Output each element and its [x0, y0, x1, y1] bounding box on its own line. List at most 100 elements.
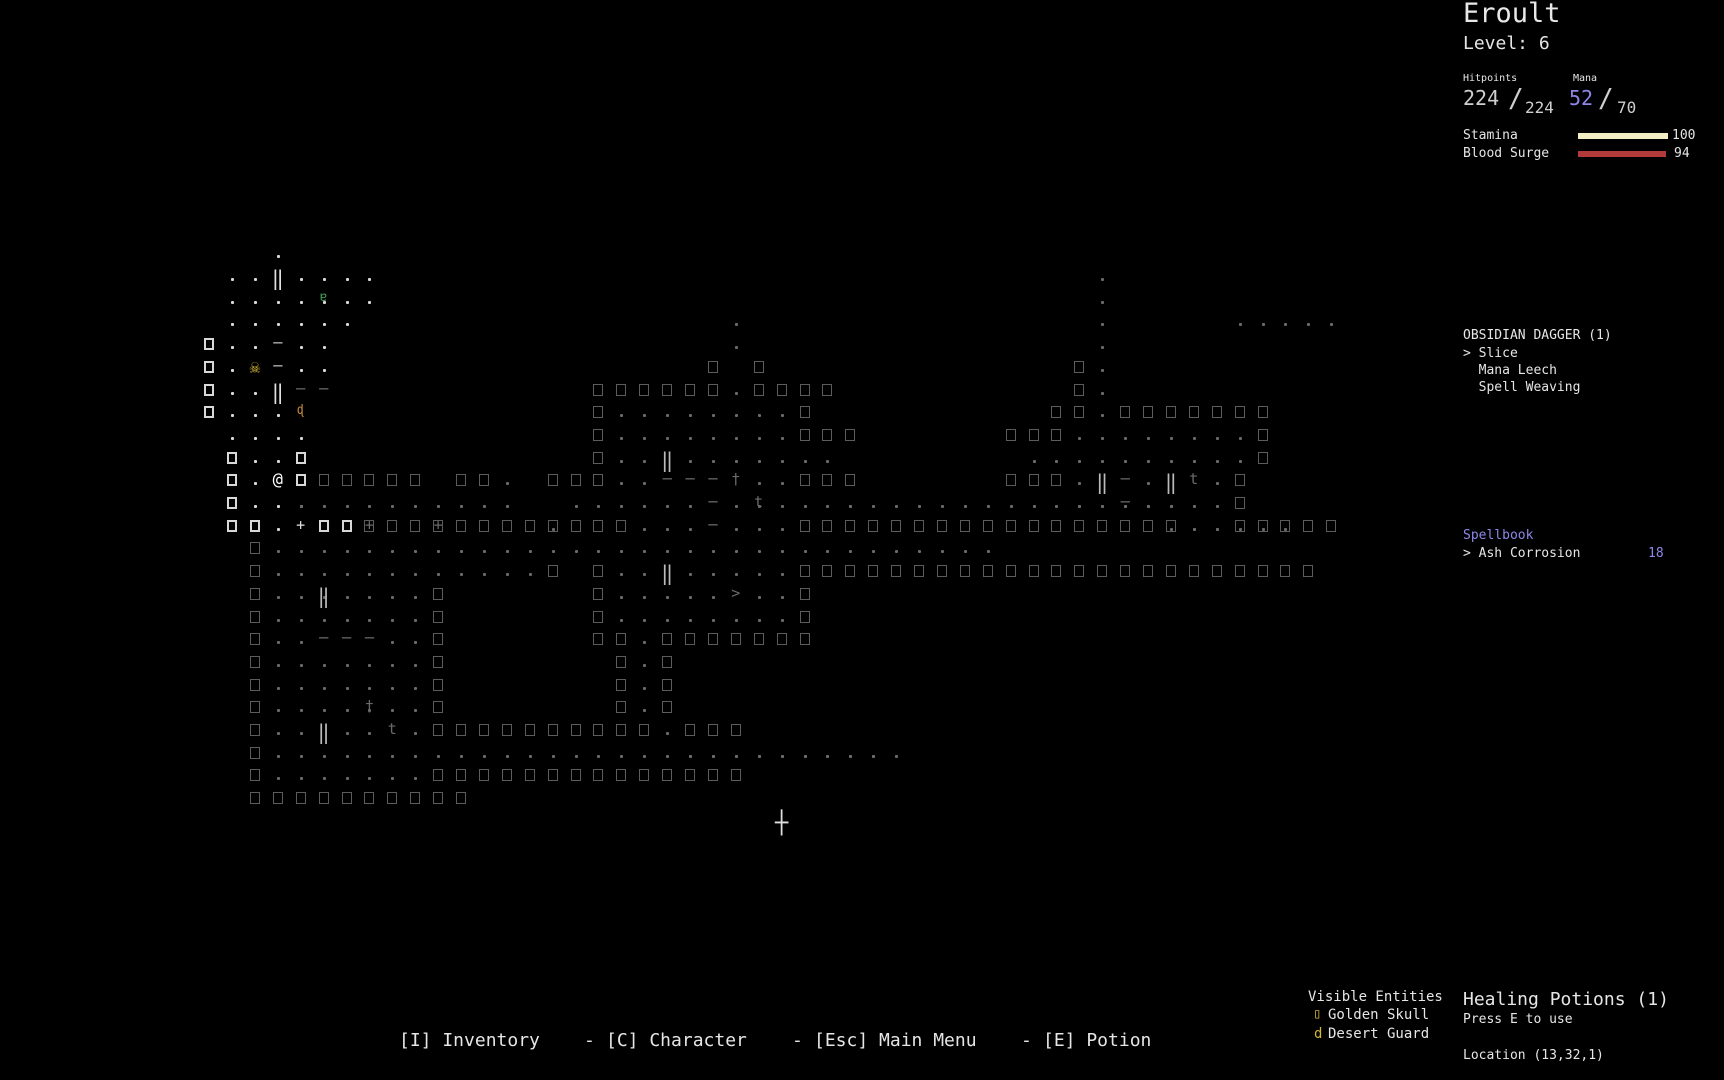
map-wall	[616, 724, 627, 736]
map-wall	[662, 655, 673, 668]
map-floor	[643, 618, 647, 622]
map-floor	[666, 436, 670, 440]
map-wall	[1143, 519, 1153, 532]
map-wall	[249, 769, 260, 782]
map-floor	[1238, 459, 1242, 463]
ability-slice[interactable]: > Slice	[1463, 346, 1518, 361]
map-floor	[276, 573, 280, 577]
footer-character[interactable]: [C] Character	[606, 1030, 747, 1051]
map-floor	[1101, 323, 1105, 327]
map-floor	[757, 754, 761, 758]
map-floor	[666, 527, 670, 531]
door-icon: ─	[319, 379, 329, 398]
footer-main-menu[interactable]: [Esc] Main Menu	[814, 1030, 977, 1051]
map-wall	[753, 633, 764, 646]
map-floor	[345, 278, 349, 281]
footer-potion[interactable]: [E] Potion	[1043, 1030, 1151, 1051]
ability-mana-leech[interactable]: Mana Leech	[1463, 363, 1557, 378]
map-floor	[689, 436, 692, 440]
map-wall	[1051, 565, 1062, 578]
map-wall	[616, 678, 627, 691]
door-icon: ─	[364, 629, 374, 648]
map-wall	[204, 338, 215, 351]
map-floor	[253, 346, 257, 350]
map-floor	[597, 550, 601, 554]
map-floor	[299, 686, 303, 690]
map-wall	[524, 769, 535, 782]
map-wall	[1074, 406, 1085, 419]
map-floor	[918, 505, 921, 508]
map-wall	[776, 633, 787, 646]
footer-inventory[interactable]: [I] Inventory	[399, 1030, 540, 1051]
creature-icon: ɖ	[296, 403, 305, 419]
map-floor	[780, 595, 784, 599]
map-wall	[249, 655, 260, 668]
map-floor	[711, 414, 715, 418]
map-wall	[776, 383, 787, 396]
hitpoints-max: 224	[1525, 98, 1554, 117]
entity-golden-skull: Golden Skull	[1328, 1007, 1430, 1023]
map-floor	[597, 754, 601, 758]
map-floor	[322, 346, 326, 350]
map-floor	[368, 550, 372, 554]
map-floor	[299, 595, 303, 599]
map-floor	[689, 459, 692, 463]
map-floor	[345, 618, 349, 622]
map-wall	[1165, 406, 1176, 419]
map-floor	[231, 278, 234, 281]
map-wall	[1097, 519, 1108, 532]
map-floor	[1330, 323, 1334, 327]
map-floor	[551, 754, 555, 758]
golden-skull-icon: ☠	[249, 356, 261, 378]
map-floor	[368, 278, 372, 281]
spell-ash-corrosion[interactable]: > Ash Corrosion	[1463, 546, 1580, 561]
hitpoints-slash: /	[1508, 84, 1524, 114]
map-wall	[547, 565, 558, 578]
entity-golden-skull-icon: ▯	[1313, 1006, 1322, 1022]
map-wall	[547, 769, 558, 782]
map-wall	[295, 451, 306, 464]
map-floor	[1192, 436, 1196, 440]
map-floor	[299, 505, 303, 508]
dungeon-map[interactable]: ‖ ─ ─ ‖ ─ ─ + ☠ ɐ ɖ @ + + ‖ ─ ─ ─ † ‖ t ‖ ─ ─ ─ † ─ t ─ ‖ > ‖ ─ ‖ t ─ ┼	[0, 0, 1460, 900]
map-wall	[662, 383, 673, 396]
map-wall	[249, 519, 260, 532]
door-icon: ─	[273, 334, 283, 353]
map-floor	[1101, 368, 1105, 372]
map-wall	[570, 474, 581, 487]
door-icon: ─	[273, 356, 283, 375]
map-wall	[410, 519, 421, 532]
map-wall	[799, 610, 810, 623]
cursor-icon: ┼	[774, 810, 789, 836]
map-wall	[868, 519, 879, 532]
map-wall	[433, 655, 444, 668]
map-wall	[685, 769, 695, 782]
hitpoints-current: 224	[1463, 86, 1500, 110]
map-floor	[276, 550, 280, 554]
map-floor	[689, 754, 692, 758]
map-floor	[505, 573, 509, 577]
map-floor	[460, 573, 463, 577]
map-wall	[524, 519, 535, 532]
map-wall	[1165, 565, 1176, 578]
map-floor	[1078, 436, 1082, 440]
map-floor	[689, 527, 692, 531]
ability-spell-weaving[interactable]: Spell Weaving	[1463, 380, 1581, 395]
map-floor	[689, 618, 692, 622]
map-wall	[799, 633, 810, 646]
map-wall	[1234, 519, 1245, 532]
map-floor	[849, 550, 853, 554]
map-floor	[253, 436, 257, 440]
healing-potions-hint: Press E to use	[1463, 1012, 1573, 1027]
map-floor	[299, 300, 303, 304]
map-wall	[456, 769, 466, 782]
map-wall	[456, 792, 466, 805]
map-floor	[1192, 527, 1196, 531]
map-floor	[253, 459, 257, 463]
map-floor	[391, 641, 395, 645]
map-floor	[780, 550, 784, 554]
map-wall	[936, 565, 947, 578]
map-wall	[547, 724, 558, 736]
map-floor	[711, 436, 715, 440]
tree-icon: t	[387, 720, 397, 738]
